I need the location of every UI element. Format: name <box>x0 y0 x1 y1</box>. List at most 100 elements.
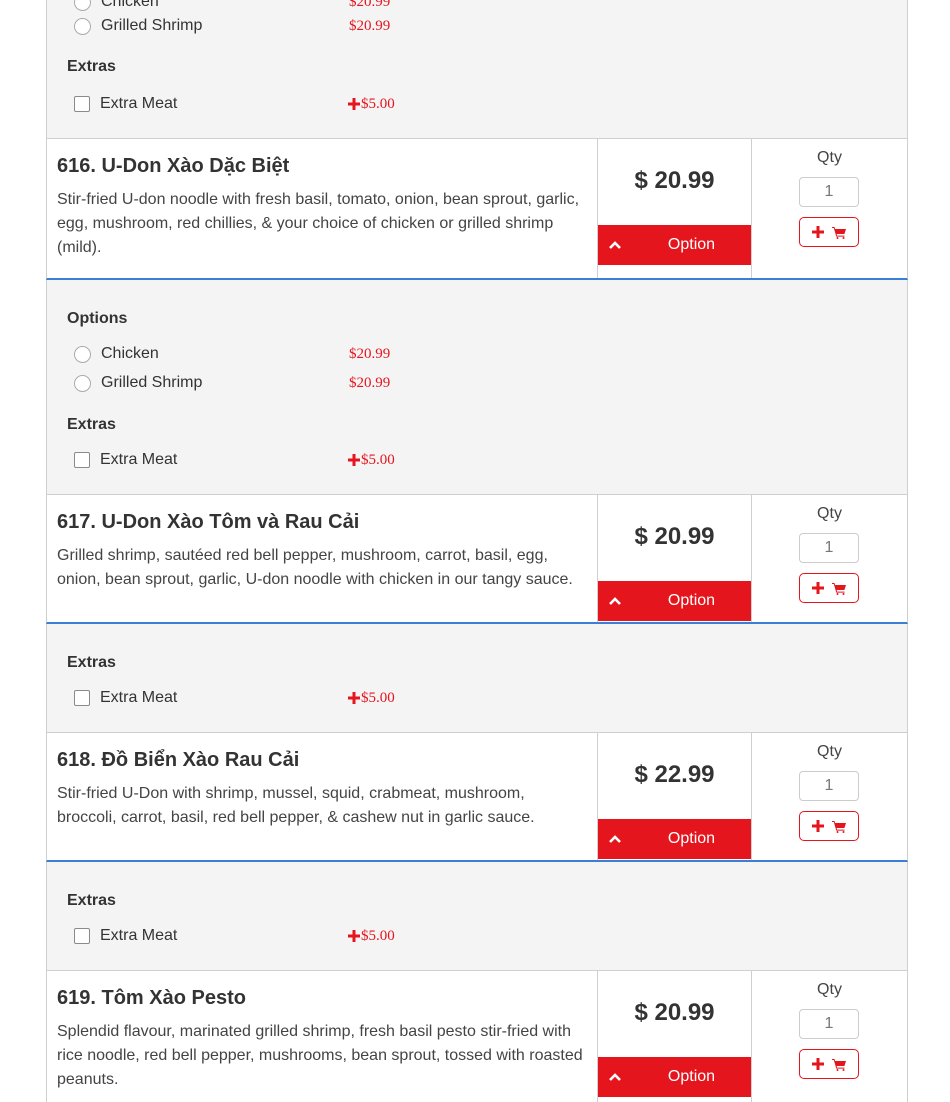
option-label: Grilled Shrimp <box>101 374 203 391</box>
item-qty-col: Qty <box>752 495 907 622</box>
desc-line: peanuts. <box>57 1071 119 1088</box>
plus-icon <box>348 454 360 466</box>
item-qty-col: Qty <box>752 139 907 278</box>
item-title: 619. Tôm Xào Pesto <box>57 987 246 1009</box>
qty-input[interactable] <box>799 533 859 563</box>
extra-row[interactable]: Extra Meat $5.00 <box>74 924 414 948</box>
extras-title: Extras <box>67 416 116 433</box>
item-description: Stir-fried U-Don with shrimp, mussel, sq… <box>57 782 587 830</box>
desc-line: broccoli, carrot, basil, red bell pepper… <box>57 809 535 826</box>
item-price: $ 20.99 <box>634 167 715 194</box>
option-radio[interactable] <box>74 17 91 35</box>
add-to-cart-button[interactable] <box>799 573 859 603</box>
desc-line: Stir-fried U-Don with shrimp, mussel, sq… <box>57 785 525 802</box>
add-to-cart-button[interactable] <box>799 1049 859 1079</box>
option-toggle-button[interactable]: Option <box>598 581 751 621</box>
item-price: $ 20.99 <box>634 523 715 550</box>
plus-icon <box>811 820 824 832</box>
item-title: 616. U-Don Xào Dặc Biệt <box>57 155 290 177</box>
item-price-col: $ 20.99 Option <box>598 971 752 1102</box>
menu-item: 619. Tôm Xào Pesto Splendid flavour, mar… <box>46 970 908 1102</box>
option-toggle-button[interactable]: Option <box>598 225 751 265</box>
extra-checkbox[interactable] <box>74 928 90 944</box>
option-toggle-label: Option <box>667 592 716 609</box>
option-row[interactable]: Grilled Shrimp $20.99 <box>74 371 414 395</box>
item-description: Stir-fried U-don noodle with fresh basil… <box>57 188 587 260</box>
extra-price: $5.00 <box>348 928 395 945</box>
plus-icon <box>348 692 360 704</box>
option-price: $20.99 <box>349 345 391 362</box>
extra-price-text: $5.00 <box>361 451 395 468</box>
option-toggle-label: Option <box>667 830 716 847</box>
qty-input[interactable] <box>799 1009 859 1039</box>
extras-title: Extras <box>67 654 116 671</box>
item-title: 618. Đồ Biển Xào Rau Cải <box>57 749 300 771</box>
item-info: 617. U-Don Xào Tôm và Rau Cải Grilled sh… <box>47 495 598 622</box>
menu-item: 617. U-Don Xào Tôm và Rau Cải Grilled sh… <box>46 494 908 624</box>
option-price: $20.99 <box>349 17 391 34</box>
extras-title: Extras <box>67 892 116 909</box>
extra-price-text: $5.00 <box>361 689 395 706</box>
extra-checkbox[interactable] <box>74 452 90 468</box>
option-toggle-button[interactable]: Option <box>598 819 751 859</box>
qty-input[interactable] <box>799 177 859 207</box>
extra-checkbox[interactable] <box>74 690 90 706</box>
item-price: $ 22.99 <box>634 761 715 788</box>
add-to-cart-button[interactable] <box>799 811 859 841</box>
cart-icon <box>831 226 846 239</box>
item-price: $ 20.99 <box>634 999 715 1026</box>
add-to-cart-button[interactable] <box>799 217 859 247</box>
item-description: Splendid flavour, marinated grilled shri… <box>57 1020 587 1092</box>
option-row[interactable]: Chicken $20.99 <box>74 0 414 14</box>
item-description: Grilled shrimp, sautéed red bell pepper,… <box>57 544 587 592</box>
extra-checkbox[interactable] <box>74 96 90 112</box>
options-title: Options <box>67 310 128 327</box>
extra-row[interactable]: Extra Meat $5.00 <box>74 92 414 116</box>
option-label: Chicken <box>101 0 159 10</box>
option-label: Grilled Shrimp <box>101 17 203 34</box>
option-toggle-button[interactable]: Option <box>598 1057 751 1097</box>
item-price-col: $ 22.99 Option <box>598 733 752 860</box>
qty-label: Qty <box>817 743 842 760</box>
extra-row[interactable]: Extra Meat $5.00 <box>74 448 414 472</box>
option-row[interactable]: Chicken $20.99 <box>74 342 414 366</box>
desc-line: egg, mushroom, red chillies, & your choi… <box>57 215 554 232</box>
extra-price-text: $5.00 <box>361 95 395 112</box>
plus-icon <box>348 98 360 110</box>
option-radio[interactable] <box>74 345 91 363</box>
option-radio[interactable] <box>74 0 91 11</box>
option-toggle-label: Option <box>667 236 716 253</box>
chevron-up-icon <box>598 596 632 606</box>
desc-line: onion, bean sprout, garlic, U-don noodle… <box>57 571 573 588</box>
plus-icon <box>811 1058 824 1070</box>
chevron-up-icon <box>598 1072 632 1082</box>
chevron-up-icon <box>598 834 632 844</box>
qty-input[interactable] <box>799 771 859 801</box>
options-panel: Options Chicken $20.99 Grilled Shrimp $2… <box>46 280 908 494</box>
option-price: $20.99 <box>349 374 391 391</box>
item-qty-col: Qty <box>752 971 907 1102</box>
plus-icon <box>811 226 824 238</box>
item-info: 616. U-Don Xào Dặc Biệt Stir-fried U-don… <box>47 139 598 278</box>
options-panel: Extras Extra Meat $5.00 <box>46 624 908 732</box>
qty-label: Qty <box>817 149 842 166</box>
item-info: 619. Tôm Xào Pesto Splendid flavour, mar… <box>47 971 598 1102</box>
extra-row[interactable]: Extra Meat $5.00 <box>74 686 414 710</box>
extra-label: Extra Meat <box>100 689 178 706</box>
option-price: $20.99 <box>349 0 391 10</box>
cart-icon <box>831 820 846 833</box>
qty-label: Qty <box>817 981 842 998</box>
cart-icon <box>831 582 846 595</box>
extra-price: $5.00 <box>348 96 395 113</box>
extra-price: $5.00 <box>348 452 395 469</box>
qty-label: Qty <box>817 505 842 522</box>
option-row[interactable]: Grilled Shrimp $20.99 <box>74 14 414 38</box>
desc-line: Grilled shrimp, sautéed red bell pepper,… <box>57 547 548 564</box>
extra-price: $5.00 <box>348 690 395 707</box>
extra-price-text: $5.00 <box>361 927 395 944</box>
chevron-up-icon <box>598 240 632 250</box>
desc-line: Splendid flavour, marinated grilled shri… <box>57 1023 572 1040</box>
option-radio[interactable] <box>74 374 91 392</box>
extra-label: Extra Meat <box>100 451 178 468</box>
item-qty-col: Qty <box>752 733 907 860</box>
